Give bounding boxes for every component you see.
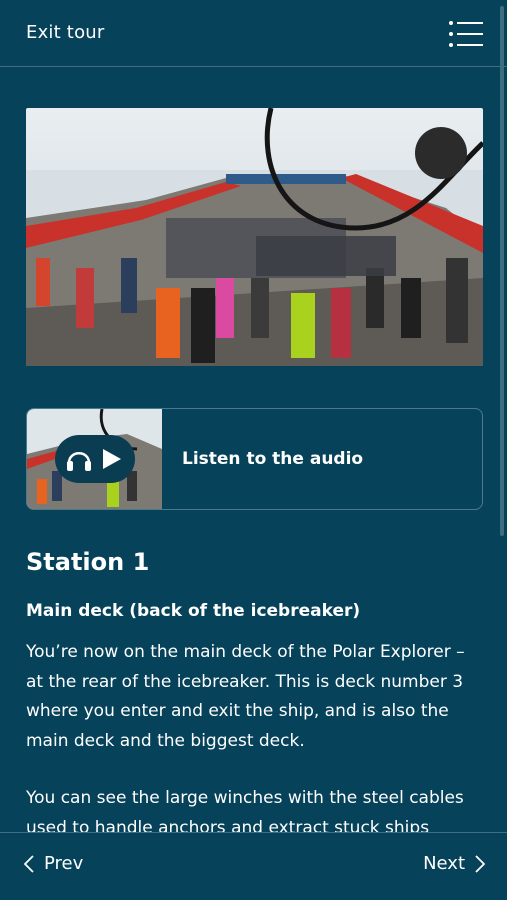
listen-audio-label: Listen to the audio — [182, 449, 364, 469]
station-subtitle: Main deck (back of the icebreaker) — [26, 601, 361, 621]
audio-player-card[interactable]: Listen to the audio — [26, 408, 483, 510]
prev-label: Prev — [44, 853, 84, 874]
bottom-navigation: Prev Next — [0, 832, 507, 900]
next-button[interactable]: Next — [423, 853, 485, 874]
next-label: Next — [423, 853, 465, 874]
audio-play-control[interactable] — [55, 435, 135, 483]
prev-button[interactable]: Prev — [24, 853, 83, 874]
top-bar: Exit tour — [0, 0, 507, 67]
station-description-1: You’re now on the main deck of the Polar… — [26, 642, 465, 751]
exit-tour-link[interactable]: Exit tour — [26, 22, 105, 43]
menu-button[interactable] — [448, 19, 484, 49]
station-content: Listen to the audio Station 1 Main deck … — [26, 108, 483, 838]
list-menu-icon — [449, 21, 483, 47]
headphones-icon — [67, 452, 91, 471]
chevron-right-icon — [475, 854, 485, 873]
station-title: Station 1 — [26, 548, 150, 576]
chevron-left-icon — [24, 854, 34, 873]
icebreaker-deck-photo — [26, 108, 483, 366]
play-icon — [103, 449, 121, 469]
headphones-play-icon — [67, 449, 121, 471]
scrollbar[interactable] — [500, 6, 504, 536]
